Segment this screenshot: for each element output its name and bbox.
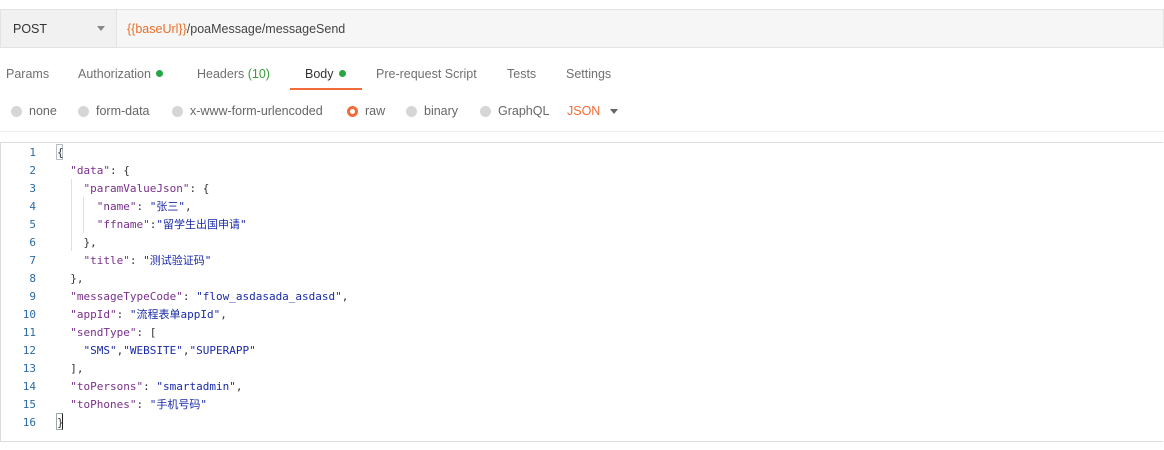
line-number: 6 <box>29 236 36 249</box>
code-line: "name": "张三", <box>96 200 192 213</box>
headers-count: (10) <box>247 67 270 81</box>
chevron-down-icon <box>97 26 105 31</box>
divider <box>0 131 1164 132</box>
method-label: POST <box>13 21 48 36</box>
radio-icon <box>480 105 491 117</box>
code-line: { <box>57 146 64 159</box>
tab-params[interactable]: Params <box>6 67 49 81</box>
line-number-gutter: 1 2 3 4 5 6 7 8 9 10 11 12 13 14 15 16 <box>1 143 45 441</box>
tab-pre-request-script[interactable]: Pre-request Script <box>376 67 477 81</box>
tab-headers[interactable]: Headers (10) <box>197 67 270 81</box>
url-input[interactable]: {{baseUrl}}/poaMessage/messageSend <box>117 9 1164 48</box>
radio-icon <box>11 105 22 117</box>
code-editor[interactable]: 1 2 3 4 5 6 7 8 9 10 11 12 13 14 15 16 { "data": { "par… <box>0 142 1163 442</box>
line-number: 8 <box>29 272 36 285</box>
url-variable: {{baseUrl}} <box>127 21 187 36</box>
line-number: 16 <box>22 416 36 429</box>
active-tab-indicator <box>290 88 362 90</box>
line-number: 9 <box>29 290 36 303</box>
radio-icon <box>406 105 417 117</box>
body-type-raw[interactable]: raw <box>347 104 385 118</box>
body-type-binary[interactable]: binary <box>406 104 458 118</box>
line-number: 5 <box>29 218 36 231</box>
line-number: 1 <box>29 146 36 159</box>
code-line: "title": "测试验证码" <box>83 254 212 267</box>
code-line: "toPhones": "手机号码" <box>70 398 207 411</box>
code-line: "sendType": [ <box>70 326 157 339</box>
code-line: "paramValueJson": { <box>83 182 210 195</box>
code-line: "SMS","WEBSITE","SUPERAPP" <box>83 344 256 357</box>
line-number: 3 <box>29 182 36 195</box>
body-type-graphql[interactable]: GraphQL <box>480 104 549 118</box>
line-number: 4 <box>29 200 36 213</box>
status-dot-icon <box>155 70 163 77</box>
line-number: 13 <box>22 362 36 375</box>
body-type-form-data[interactable]: form-data <box>78 104 150 118</box>
text-cursor <box>56 413 63 430</box>
tab-settings[interactable]: Settings <box>566 67 611 81</box>
line-number: 7 <box>29 254 36 267</box>
tab-authorization[interactable]: Authorization <box>78 67 163 81</box>
code-line: "ffname":"留学生出国申请" <box>96 218 247 231</box>
code-line: ], <box>57 362 84 375</box>
line-number: 15 <box>22 398 36 411</box>
code-line: }, <box>57 272 84 285</box>
body-type-x-www-form-urlencoded[interactable]: x-www-form-urlencoded <box>172 104 323 118</box>
request-tabs: Params Authorization Headers (10) Body P… <box>0 58 1164 90</box>
tab-body[interactable]: Body <box>305 67 346 81</box>
code-line: "toPersons": "smartadmin", <box>70 380 243 393</box>
line-number: 12 <box>22 344 36 357</box>
chevron-down-icon[interactable] <box>610 109 618 114</box>
code-line: "appId": "流程表单appId", <box>70 308 227 321</box>
code-line: "data": { <box>70 164 130 177</box>
url-path: /poaMessage/messageSend <box>186 21 346 36</box>
radio-icon <box>78 105 89 117</box>
status-dot-icon <box>338 70 346 77</box>
raw-language-select[interactable]: JSON <box>567 104 600 118</box>
code-line: "messageTypeCode": "flow_asdasada_asdasd… <box>70 290 349 303</box>
radio-icon <box>172 105 183 117</box>
line-number: 11 <box>22 326 36 339</box>
tab-tests[interactable]: Tests <box>507 67 536 81</box>
line-number: 14 <box>22 380 36 393</box>
radio-checked-icon <box>347 105 358 117</box>
body-type-none[interactable]: none <box>11 104 57 118</box>
request-bar: POST {{baseUrl}}/poaMessage/messageSend <box>0 9 1164 48</box>
method-select[interactable]: POST <box>0 9 117 48</box>
line-number: 10 <box>22 308 36 321</box>
line-number: 2 <box>29 164 36 177</box>
code-line: }, <box>57 236 97 249</box>
